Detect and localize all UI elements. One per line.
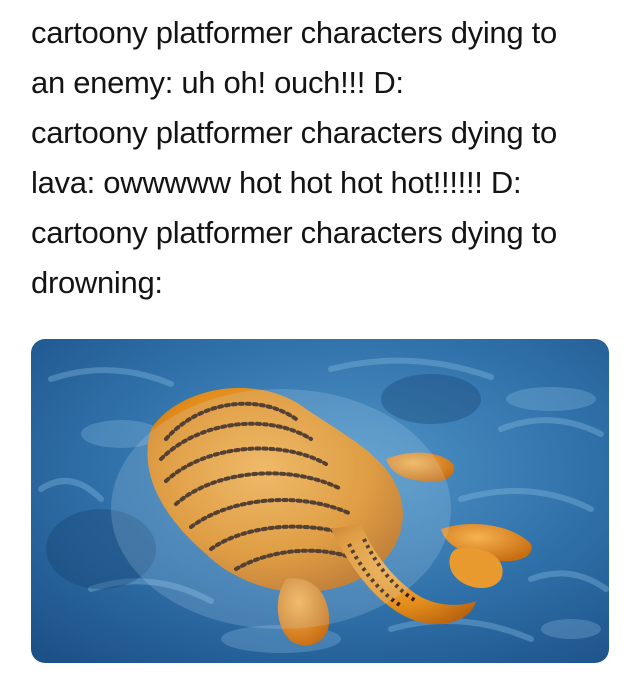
caption-line: cartoony platformer characters dying to [31, 115, 557, 150]
caption-line: cartoony platformer characters dying to [31, 215, 557, 250]
cartoon-cat-drowning-illustration [31, 339, 609, 663]
caption-line: cartoony platformer characters dying to [31, 15, 557, 50]
meme-caption: cartoony platformer characters dying to … [31, 8, 631, 308]
meme-image [31, 339, 609, 663]
caption-line: an enemy: uh oh! ouch!!! D: [31, 65, 404, 100]
caption-line: lava: owwwww hot hot hot hot!!!!!! D: [31, 165, 522, 200]
caption-line: drowning: [31, 265, 163, 300]
splash [111, 389, 451, 629]
